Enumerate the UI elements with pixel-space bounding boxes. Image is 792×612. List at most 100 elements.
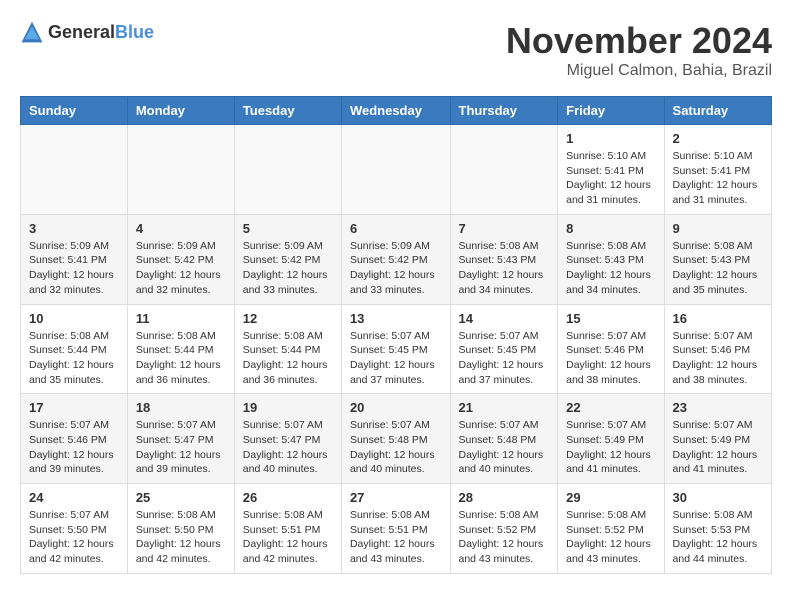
day-number: 7 xyxy=(459,221,550,236)
day-info: Sunrise: 5:09 AM Sunset: 5:42 PM Dayligh… xyxy=(136,239,226,298)
day-info: Sunrise: 5:09 AM Sunset: 5:42 PM Dayligh… xyxy=(350,239,442,298)
day-info: Sunrise: 5:08 AM Sunset: 5:51 PM Dayligh… xyxy=(350,508,442,567)
calendar-cell: 25 Sunrise: 5:08 AM Sunset: 5:50 PM Dayli… xyxy=(127,484,234,574)
day-number: 15 xyxy=(566,311,655,326)
day-number: 28 xyxy=(459,490,550,505)
calendar-cell: 29Sunrise: 5:08 AM Sunset: 5:52 PM Dayli… xyxy=(558,484,664,574)
calendar-cell: 4 Sunrise: 5:09 AM Sunset: 5:42 PM Daylig… xyxy=(127,214,234,304)
calendar-cell xyxy=(127,125,234,215)
day-number: 3 xyxy=(29,221,119,236)
day-info: Sunrise: 5:08 AM Sunset: 5:44 PM Dayligh… xyxy=(243,329,333,388)
day-number: 14 xyxy=(459,311,550,326)
calendar-week-row: 24 Sunrise: 5:07 AM Sunset: 5:50 PM Dayli… xyxy=(21,484,772,574)
calendar-header-friday: Friday xyxy=(558,97,664,125)
day-info: Sunrise: 5:07 AM Sunset: 5:46 PM Dayligh… xyxy=(566,329,655,388)
day-number: 20 xyxy=(350,400,442,415)
logo-general: General xyxy=(48,22,115,42)
logo-blue: Blue xyxy=(115,22,154,42)
day-number: 25 xyxy=(136,490,226,505)
day-number: 22 xyxy=(566,400,655,415)
calendar-header-row: SundayMondayTuesdayWednesdayThursdayFrid… xyxy=(21,97,772,125)
calendar-cell xyxy=(450,125,558,215)
day-info: Sunrise: 5:08 AM Sunset: 5:50 PM Dayligh… xyxy=(136,508,226,567)
day-info: Sunrise: 5:09 AM Sunset: 5:41 PM Dayligh… xyxy=(29,239,119,298)
calendar-cell: 18Sunrise: 5:07 AM Sunset: 5:47 PM Dayli… xyxy=(127,394,234,484)
day-info: Sunrise: 5:08 AM Sunset: 5:43 PM Dayligh… xyxy=(459,239,550,298)
calendar-cell: 9 Sunrise: 5:08 AM Sunset: 5:43 PM Daylig… xyxy=(664,214,771,304)
calendar-week-row: 10Sunrise: 5:08 AM Sunset: 5:44 PM Dayli… xyxy=(21,304,772,394)
calendar-cell: 19 Sunrise: 5:07 AM Sunset: 5:47 PM Dayli… xyxy=(234,394,341,484)
day-info: Sunrise: 5:07 AM Sunset: 5:45 PM Dayligh… xyxy=(350,329,442,388)
calendar-header-saturday: Saturday xyxy=(664,97,771,125)
calendar-week-row: 1 Sunrise: 5:10 AM Sunset: 5:41 PM Daylig… xyxy=(21,125,772,215)
day-info: Sunrise: 5:08 AM Sunset: 5:43 PM Dayligh… xyxy=(673,239,763,298)
calendar-cell xyxy=(234,125,341,215)
day-number: 18 xyxy=(136,400,226,415)
day-info: Sunrise: 5:07 AM Sunset: 5:46 PM Dayligh… xyxy=(29,418,119,477)
day-number: 5 xyxy=(243,221,333,236)
day-number: 4 xyxy=(136,221,226,236)
day-number: 19 xyxy=(243,400,333,415)
day-number: 12 xyxy=(243,311,333,326)
calendar-cell: 28Sunrise: 5:08 AM Sunset: 5:52 PM Dayli… xyxy=(450,484,558,574)
day-number: 24 xyxy=(29,490,119,505)
calendar-cell: 6 Sunrise: 5:09 AM Sunset: 5:42 PM Daylig… xyxy=(341,214,450,304)
location-subtitle: Miguel Calmon, Bahia, Brazil xyxy=(506,62,772,80)
day-info: Sunrise: 5:07 AM Sunset: 5:46 PM Dayligh… xyxy=(673,329,763,388)
day-number: 2 xyxy=(673,131,763,146)
day-number: 1 xyxy=(566,131,655,146)
day-info: Sunrise: 5:10 AM Sunset: 5:41 PM Dayligh… xyxy=(673,149,763,208)
day-number: 27 xyxy=(350,490,442,505)
calendar-cell: 20Sunrise: 5:07 AM Sunset: 5:48 PM Dayli… xyxy=(341,394,450,484)
day-info: Sunrise: 5:08 AM Sunset: 5:53 PM Dayligh… xyxy=(673,508,763,567)
calendar-cell: 22 Sunrise: 5:07 AM Sunset: 5:49 PM Dayli… xyxy=(558,394,664,484)
calendar-cell: 17 Sunrise: 5:07 AM Sunset: 5:46 PM Dayli… xyxy=(21,394,128,484)
calendar-cell: 11 Sunrise: 5:08 AM Sunset: 5:44 PM Dayli… xyxy=(127,304,234,394)
calendar-week-row: 17 Sunrise: 5:07 AM Sunset: 5:46 PM Dayli… xyxy=(21,394,772,484)
calendar-cell xyxy=(21,125,128,215)
day-number: 16 xyxy=(673,311,763,326)
day-info: Sunrise: 5:08 AM Sunset: 5:44 PM Dayligh… xyxy=(136,329,226,388)
day-info: Sunrise: 5:08 AM Sunset: 5:51 PM Dayligh… xyxy=(243,508,333,567)
day-info: Sunrise: 5:07 AM Sunset: 5:48 PM Dayligh… xyxy=(459,418,550,477)
calendar-cell: 3 Sunrise: 5:09 AM Sunset: 5:41 PM Daylig… xyxy=(21,214,128,304)
day-number: 30 xyxy=(673,490,763,505)
calendar-cell: 5 Sunrise: 5:09 AM Sunset: 5:42 PM Daylig… xyxy=(234,214,341,304)
calendar-cell: 2 Sunrise: 5:10 AM Sunset: 5:41 PM Daylig… xyxy=(664,125,771,215)
day-info: Sunrise: 5:08 AM Sunset: 5:52 PM Dayligh… xyxy=(566,508,655,567)
calendar-cell: 13Sunrise: 5:07 AM Sunset: 5:45 PM Dayli… xyxy=(341,304,450,394)
calendar-cell: 14Sunrise: 5:07 AM Sunset: 5:45 PM Dayli… xyxy=(450,304,558,394)
day-info: Sunrise: 5:07 AM Sunset: 5:49 PM Dayligh… xyxy=(566,418,655,477)
calendar-header-wednesday: Wednesday xyxy=(341,97,450,125)
day-info: Sunrise: 5:07 AM Sunset: 5:47 PM Dayligh… xyxy=(243,418,333,477)
calendar-cell xyxy=(341,125,450,215)
calendar-cell: 30 Sunrise: 5:08 AM Sunset: 5:53 PM Dayli… xyxy=(664,484,771,574)
calendar-week-row: 3 Sunrise: 5:09 AM Sunset: 5:41 PM Daylig… xyxy=(21,214,772,304)
day-number: 8 xyxy=(566,221,655,236)
day-info: Sunrise: 5:07 AM Sunset: 5:50 PM Dayligh… xyxy=(29,508,119,567)
calendar-cell: 21 Sunrise: 5:07 AM Sunset: 5:48 PM Dayli… xyxy=(450,394,558,484)
day-number: 6 xyxy=(350,221,442,236)
calendar-header-sunday: Sunday xyxy=(21,97,128,125)
header: GeneralBlue November 2024 Miguel Calmon,… xyxy=(20,20,772,80)
day-info: Sunrise: 5:08 AM Sunset: 5:43 PM Dayligh… xyxy=(566,239,655,298)
calendar-cell: 10Sunrise: 5:08 AM Sunset: 5:44 PM Dayli… xyxy=(21,304,128,394)
day-info: Sunrise: 5:10 AM Sunset: 5:41 PM Dayligh… xyxy=(566,149,655,208)
calendar-table: SundayMondayTuesdayWednesdayThursdayFrid… xyxy=(20,96,772,574)
logo: GeneralBlue xyxy=(20,20,154,44)
day-number: 9 xyxy=(673,221,763,236)
calendar-header-thursday: Thursday xyxy=(450,97,558,125)
day-number: 17 xyxy=(29,400,119,415)
calendar-cell: 16 Sunrise: 5:07 AM Sunset: 5:46 PM Dayli… xyxy=(664,304,771,394)
day-info: Sunrise: 5:09 AM Sunset: 5:42 PM Dayligh… xyxy=(243,239,333,298)
calendar-cell: 8 Sunrise: 5:08 AM Sunset: 5:43 PM Daylig… xyxy=(558,214,664,304)
day-number: 21 xyxy=(459,400,550,415)
logo-icon xyxy=(20,20,44,44)
calendar-cell: 7 Sunrise: 5:08 AM Sunset: 5:43 PM Daylig… xyxy=(450,214,558,304)
calendar-cell: 15 Sunrise: 5:07 AM Sunset: 5:46 PM Dayli… xyxy=(558,304,664,394)
calendar-cell: 12 Sunrise: 5:08 AM Sunset: 5:44 PM Dayli… xyxy=(234,304,341,394)
month-title: November 2024 xyxy=(506,20,772,62)
day-number: 11 xyxy=(136,311,226,326)
day-number: 26 xyxy=(243,490,333,505)
calendar-header-tuesday: Tuesday xyxy=(234,97,341,125)
